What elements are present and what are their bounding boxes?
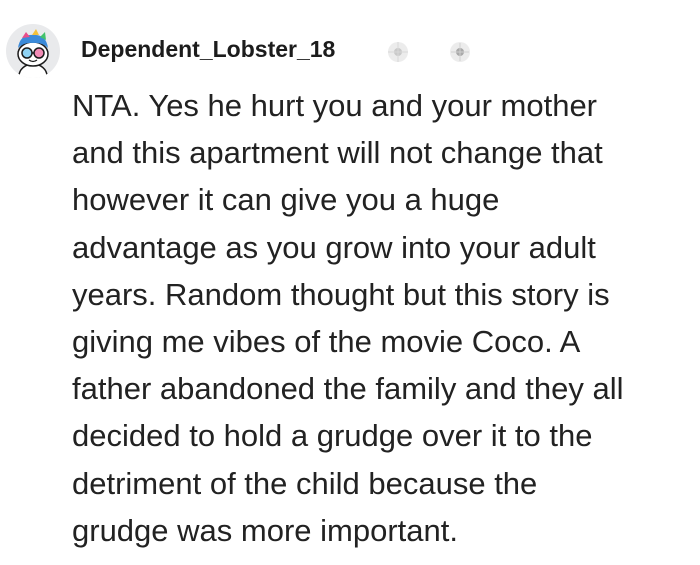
comment-body-line: and this apartment will not change that [72,135,603,171]
award-icon[interactable] [448,40,472,64]
comment-body-line: father abandoned the family and they all [72,371,624,407]
comment-body-line: NTA. Yes he hurt you and your mother [72,88,598,123]
avatar[interactable] [6,24,60,78]
comment-body-line: grudge was more important. [72,512,458,548]
comment-author[interactable]: Dependent_Lobster_18 [81,36,335,63]
comment-body-line: decided to hold a grudge over it to the [72,418,593,454]
comment-body: NTA. Yes he hurt you and your mother and… [72,82,692,554]
comment-body-line: giving me vibes of the movie Coco. A [72,324,581,360]
comment-body-line: advantage as you grow into your adult [72,229,596,265]
comment-body-line: however it can give you a huge [72,182,500,218]
award-icon[interactable] [386,40,410,64]
comment-body-line: detriment of the child because the [72,465,538,501]
comment-body-line: years. Random thought but this story is [72,276,610,312]
snoo-avatar-icon [17,29,49,78]
comment: Dependent_Lobster_18 NTA. Yes he hurt yo… [0,0,700,565]
